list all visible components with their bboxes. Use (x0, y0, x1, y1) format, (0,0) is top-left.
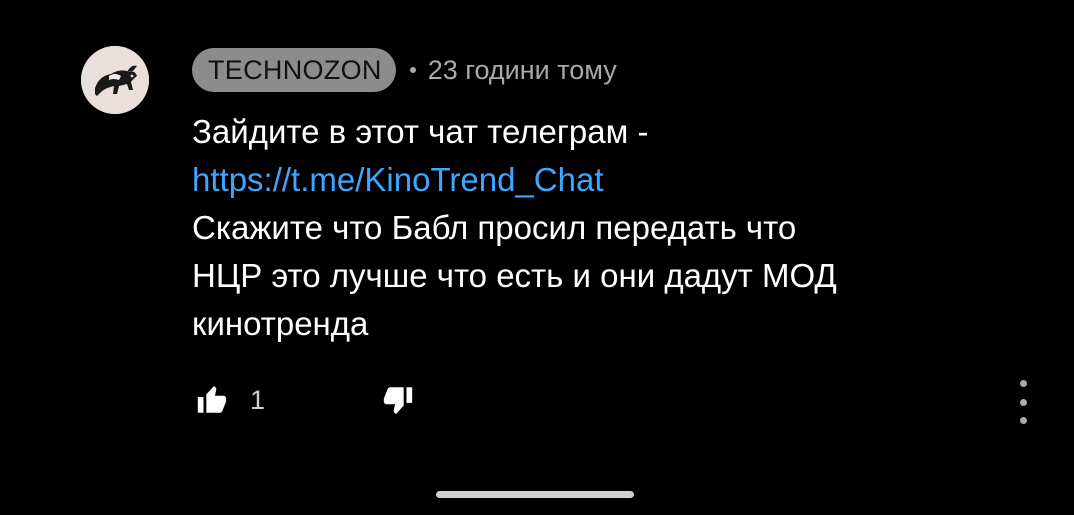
comment-line: Зайдите в этот чат телеграм - (192, 113, 649, 150)
separator-dot (409, 67, 416, 73)
more-vertical-icon (1019, 417, 1027, 424)
more-options-button[interactable] (1008, 380, 1038, 424)
telegram-link[interactable]: https://t.me/KinoTrend_Chat (192, 156, 972, 204)
more-vertical-icon (1019, 380, 1027, 387)
comment-line: НЦР это лучше что есть и они дадут МОД (192, 257, 837, 294)
dislike-button[interactable] (378, 380, 418, 420)
comment-line: кинотренда (192, 305, 369, 342)
home-indicator[interactable] (436, 491, 634, 498)
author-name[interactable]: TECHNOZON (192, 48, 396, 92)
like-button[interactable] (192, 380, 232, 420)
like-count: 1 (250, 384, 266, 415)
comment-line: Скажите что Бабл просил передать что (192, 209, 797, 246)
more-vertical-icon (1019, 398, 1027, 406)
comment-header: TECHNOZON 23 години тому (192, 48, 617, 92)
avatar[interactable] (81, 46, 149, 114)
thumbs-down-icon (383, 387, 413, 415)
bull-avatar-image (81, 46, 149, 114)
comment-text: Зайдите в этот чат телеграм - https://t.… (192, 108, 972, 348)
timestamp: 23 години тому (427, 54, 617, 85)
thumbs-up-icon (197, 385, 227, 413)
comment-actions: 1 (192, 380, 418, 420)
